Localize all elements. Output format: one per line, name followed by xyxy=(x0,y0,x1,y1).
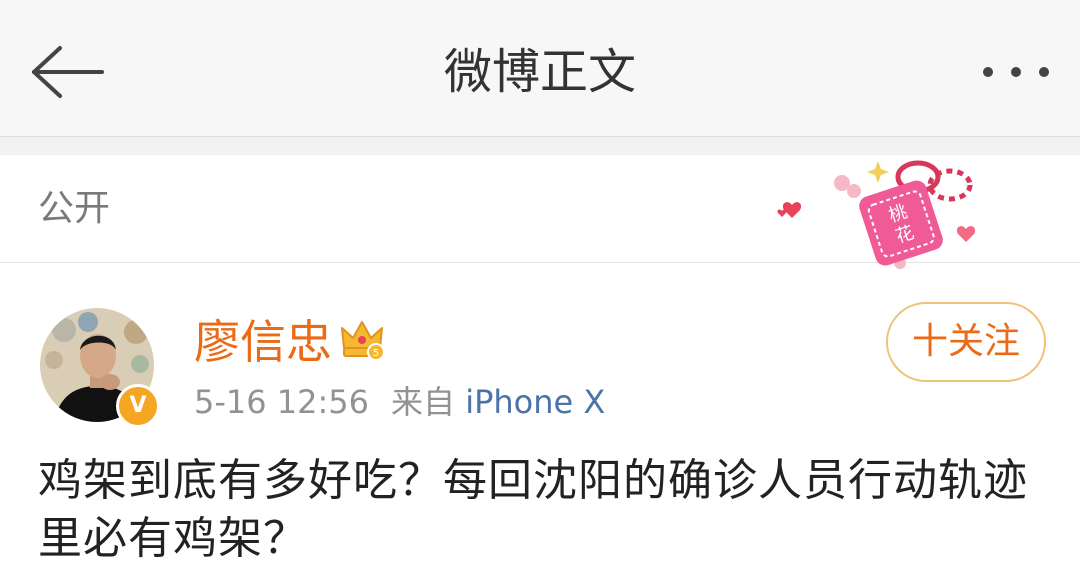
visibility-label: 公开 xyxy=(38,188,111,229)
post-timestamp: 5-16 12:56 xyxy=(194,383,370,421)
visibility-bar: 公开 桃 花 xyxy=(0,155,1080,269)
source-prefix: 来自 xyxy=(391,383,456,421)
section-divider xyxy=(0,137,1080,155)
author-name[interactable]: 廖信忠 xyxy=(194,314,332,370)
peach-blossom-charm-sticker: 桃 花 xyxy=(777,160,976,269)
source-device-link[interactable]: iPhone X xyxy=(465,383,605,421)
post-body-text: 鸡架到底有多好吃？每回沈阳的确诊人员行动轨迹里必有鸡架？ xyxy=(38,455,1028,564)
post-meta: 5-16 12:56 来自 iPhone X xyxy=(194,380,605,424)
follow-button[interactable]: 十关注 xyxy=(886,302,1046,382)
page-title: 微博正文 xyxy=(443,44,636,100)
verified-badge: V xyxy=(116,384,160,428)
crown-icon: 5 xyxy=(341,321,385,361)
top-nav-bar: 微博正文 xyxy=(0,0,1080,137)
ellipsis-icon[interactable] xyxy=(974,52,1058,92)
svg-text:5: 5 xyxy=(373,348,379,359)
